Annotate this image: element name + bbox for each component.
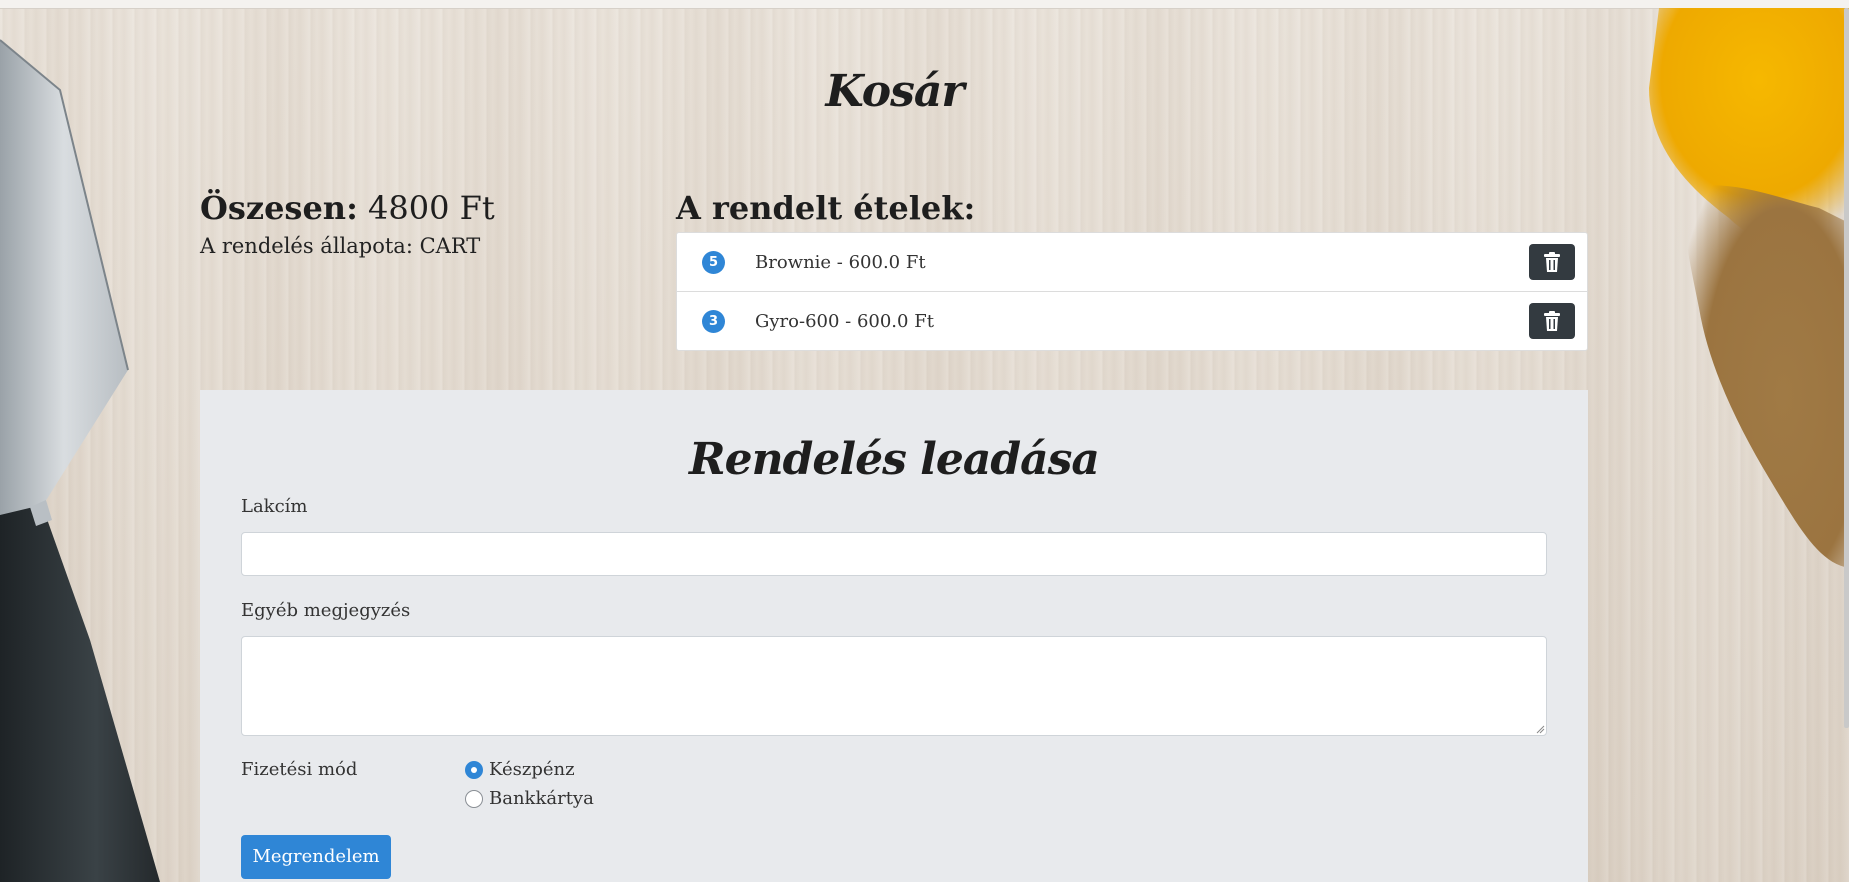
knife-decoration [0, 39, 160, 882]
ordered-items-list: 5 Brownie - 600.0 Ft 3 Gyro-600 - 600.0 … [676, 232, 1588, 351]
resize-grip-icon[interactable] [1535, 724, 1545, 734]
list-item: 3 Gyro-600 - 600.0 Ft [677, 292, 1587, 350]
quantity-badge: 3 [702, 309, 725, 333]
trash-icon [1544, 311, 1560, 331]
cart-summary: Öszesen: 4800 Ft A rendelés állapota: CA… [200, 188, 495, 258]
radio-checked[interactable] [465, 760, 483, 779]
order-status: A rendelés állapota: CART [200, 234, 495, 258]
delete-item-button[interactable] [1529, 303, 1575, 339]
delete-item-button[interactable] [1529, 244, 1575, 280]
quantity-badge: 5 [702, 250, 725, 274]
payment-option-label: Bankkártya [489, 788, 594, 809]
payment-label: Fizetési mód [241, 759, 358, 780]
item-label: Gyro-600 - 600.0 Ft [755, 310, 934, 332]
payment-option-card[interactable]: Bankkártya [465, 788, 594, 809]
order-form-title: Rendelés leadása [689, 434, 1100, 485]
total-value: 4800 Ft [368, 189, 495, 227]
address-input[interactable] [241, 532, 1547, 576]
submit-order-button[interactable]: Megrendelem [241, 835, 391, 879]
status-value: CART [419, 234, 481, 258]
trash-icon [1544, 252, 1560, 272]
item-label: Brownie - 600.0 Ft [755, 251, 926, 273]
cart-total: Öszesen: 4800 Ft [200, 188, 495, 228]
ordered-items-title: A rendelt ételek: [676, 189, 976, 227]
order-form-panel: Rendelés leadása Lakcím Egyéb megjegyzés… [200, 390, 1588, 882]
radio-unchecked[interactable] [465, 789, 483, 808]
note-label: Egyéb megjegyzés [241, 600, 411, 621]
page-scrollbar[interactable] [1844, 8, 1849, 728]
note-textarea[interactable] [241, 636, 1547, 736]
status-label: A rendelés állapota: [200, 234, 413, 258]
payment-option-label: Készpénz [489, 759, 575, 780]
ordered-items-section: A rendelt ételek: 5 Brownie - 600.0 Ft 3… [676, 188, 1588, 351]
page-title: Kosár [825, 66, 964, 117]
address-label: Lakcím [241, 496, 308, 517]
list-item: 5 Brownie - 600.0 Ft [677, 233, 1587, 292]
top-edge [0, 0, 1849, 9]
total-label: Öszesen: [200, 189, 358, 227]
payment-option-cash[interactable]: Készpénz [465, 759, 575, 780]
